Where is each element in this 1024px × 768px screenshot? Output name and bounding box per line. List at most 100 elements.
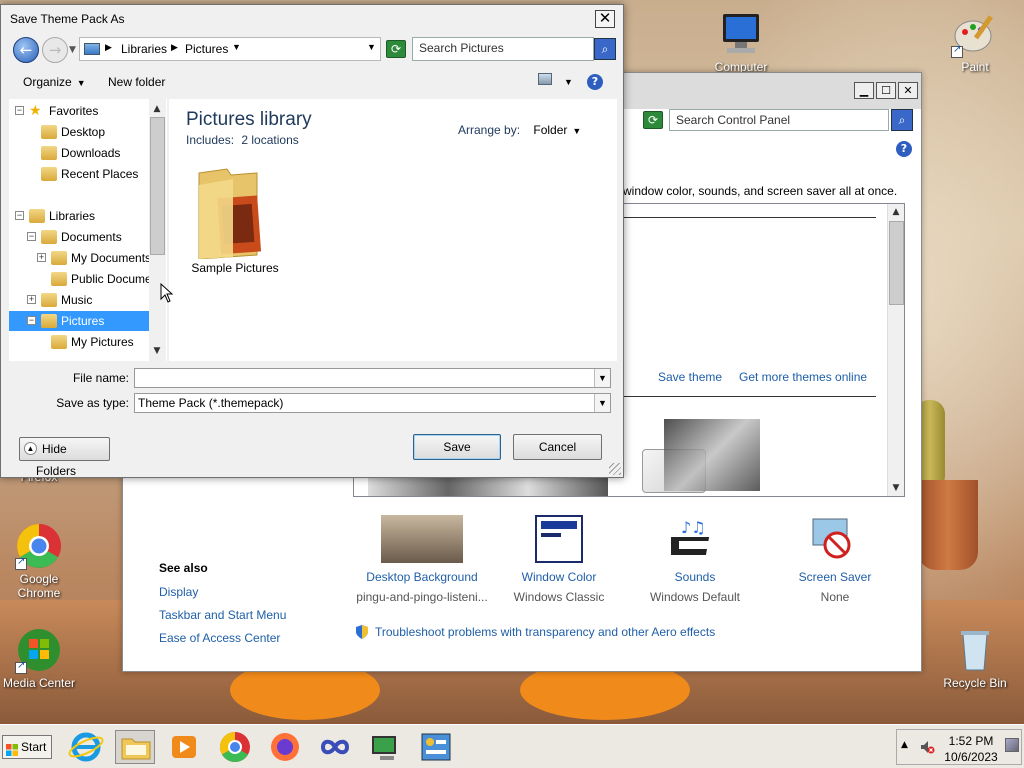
taskbar-explorer[interactable] <box>115 730 155 764</box>
dialog-titlebar[interactable]: Save Theme Pack As ✕ <box>1 5 623 31</box>
maximize-button[interactable]: ☐ <box>876 82 896 99</box>
show-desktop-icon[interactable] <box>1005 738 1019 752</box>
breadcrumb-separator-icon[interactable]: ▶ <box>105 42 112 53</box>
scroll-thumb[interactable] <box>150 117 165 255</box>
desktop-icon-label: Paint <box>961 60 989 74</box>
nav-item-public-documents[interactable]: Public Documents <box>9 269 149 289</box>
breadcrumb-separator-icon[interactable]: ▶ <box>171 42 178 53</box>
cp-help-icon[interactable]: ? <box>896 141 912 157</box>
hide-folders-button[interactable]: ▲ Hide Folders <box>19 437 110 478</box>
cp-search-icon[interactable]: ⌕ <box>891 109 913 131</box>
scroll-down-icon[interactable]: ▼ <box>149 343 165 359</box>
see-also-ease-link[interactable]: Ease of Access Center <box>159 631 280 645</box>
cancel-button[interactable]: Cancel <box>513 434 602 460</box>
scroll-thumb[interactable] <box>889 221 904 305</box>
dialog-search-icon[interactable]: ⌕ <box>594 38 616 60</box>
library-locations-link[interactable]: 2 locations <box>241 133 298 147</box>
back-button[interactable]: ← <box>13 37 39 63</box>
computer-icon <box>717 10 765 58</box>
nav-item-music[interactable]: + Music <box>9 290 149 310</box>
taskbar-ie[interactable] <box>66 730 106 764</box>
show-hidden-icons-chevron-icon[interactable]: ▲ <box>901 740 908 750</box>
recent-pages-chevron-icon[interactable]: ▼ <box>69 45 76 55</box>
nav-item-recent-places[interactable]: Recent Places <box>9 164 149 184</box>
forward-button[interactable]: → <box>42 37 68 63</box>
folder-icon <box>51 335 67 349</box>
sounds-link[interactable]: Sounds <box>635 570 755 584</box>
address-bar[interactable]: ▶ Libraries ▶ Pictures ▼ ▼ <box>79 37 381 61</box>
collapse-icon[interactable]: − <box>27 232 36 241</box>
taskbar-network-app[interactable] <box>366 730 406 764</box>
collapse-icon[interactable]: − <box>15 106 24 115</box>
refresh-button[interactable]: ⟳ <box>386 40 406 58</box>
nav-item-libraries[interactable]: − Libraries <box>9 206 149 226</box>
cp-search-input[interactable]: Search Control Panel <box>669 109 889 131</box>
dialog-search-input[interactable]: Search Pictures <box>412 37 594 61</box>
collapse-icon[interactable]: − <box>15 211 24 220</box>
cp-refresh-button[interactable]: ⟳ <box>643 111 663 129</box>
save-type-select[interactable]: Theme Pack (*.themepack) ▼ <box>134 393 611 413</box>
breadcrumb-dropdown-icon[interactable]: ▼ <box>232 42 241 52</box>
taskbar-chrome[interactable] <box>215 730 255 764</box>
breadcrumb-libraries[interactable]: Libraries <box>121 42 167 56</box>
clock[interactable]: 1:52 PM 10/6/2023 <box>943 733 999 765</box>
theme-scrollbar[interactable]: ▲ ▼ <box>887 204 904 496</box>
save-type-dropdown-icon[interactable]: ▼ <box>594 394 610 412</box>
screen-saver-link[interactable]: Screen Saver <box>775 570 895 584</box>
sounds-icon[interactable]: ♪♫ <box>667 515 719 563</box>
save-theme-link[interactable]: Save theme <box>658 370 722 384</box>
desktop-background-thumbnail[interactable] <box>381 515 463 563</box>
nav-item-favorites[interactable]: − ★ Favorites <box>9 101 149 121</box>
nav-item-downloads[interactable]: Downloads <box>9 143 149 163</box>
scroll-up-icon[interactable]: ▲ <box>888 204 904 220</box>
nav-item-pictures[interactable]: − Pictures <box>9 311 149 331</box>
arrange-by-dropdown[interactable]: Folder ▼ <box>533 123 581 137</box>
desktop-icon-computer[interactable]: Computer <box>704 10 778 74</box>
nav-item-my-documents[interactable]: + My Documents <box>9 248 149 268</box>
troubleshoot-link[interactable]: Troubleshoot problems with transparency … <box>375 625 715 639</box>
navigation-pane[interactable]: − ★ Favorites Desktop Downloads Recent Places… <box>9 99 167 361</box>
scroll-down-icon[interactable]: ▼ <box>888 480 904 496</box>
address-history-dropdown-icon[interactable]: ▼ <box>367 42 376 52</box>
nav-item-desktop[interactable]: Desktop <box>9 122 149 142</box>
change-view-icon[interactable] <box>538 73 552 85</box>
breadcrumb-pictures[interactable]: Pictures <box>185 42 228 56</box>
nav-scrollbar[interactable]: ▲ ▼ <box>149 99 166 361</box>
dialog-close-button[interactable]: ✕ <box>595 10 615 28</box>
see-also-taskbar-link[interactable]: Taskbar and Start Menu <box>159 608 286 622</box>
desktop-icon-chrome[interactable]: Google Chrome <box>2 522 76 600</box>
save-button[interactable]: Save <box>413 434 501 460</box>
taskbar-firefox[interactable] <box>265 730 305 764</box>
window-color-icon[interactable] <box>535 515 583 563</box>
folder-item[interactable]: Sample Pictures <box>189 159 281 279</box>
nav-item-my-pictures[interactable]: My Pictures <box>9 332 149 352</box>
nav-item-documents[interactable]: − Documents <box>9 227 149 247</box>
desktop-background-link[interactable]: Desktop Background <box>366 570 478 584</box>
collapse-icon[interactable]: − <box>27 316 36 325</box>
file-name-dropdown-icon[interactable]: ▼ <box>594 369 610 387</box>
view-options-chevron-icon[interactable]: ▼ <box>564 77 573 87</box>
desktop-icon-media-center[interactable]: Media Center <box>2 626 76 690</box>
window-color-link[interactable]: Window Color <box>499 570 619 584</box>
dialog-help-icon[interactable]: ? <box>587 74 603 90</box>
scroll-up-icon[interactable]: ▲ <box>149 101 165 117</box>
content-pane[interactable]: Pictures library Includes: 2 locations A… <box>169 99 617 361</box>
taskbar-control-panel[interactable] <box>416 730 456 764</box>
resize-grip[interactable] <box>609 463 621 475</box>
taskbar-infinity-app[interactable] <box>315 730 355 764</box>
taskbar-media-player[interactable] <box>164 730 204 764</box>
close-button[interactable]: ✕ <box>898 82 918 99</box>
see-also-display-link[interactable]: Display <box>159 585 198 599</box>
new-folder-button[interactable]: New folder <box>108 75 165 89</box>
organize-button[interactable]: Organize ▼ <box>23 75 86 89</box>
expand-icon[interactable]: + <box>27 295 36 304</box>
file-name-input[interactable]: ▼ <box>134 368 611 388</box>
get-more-themes-link[interactable]: Get more themes online <box>739 370 867 384</box>
desktop-icon-paint[interactable]: Paint <box>938 10 1012 74</box>
desktop-icon-recycle-bin[interactable]: Recycle Bin <box>938 626 1012 690</box>
expand-icon[interactable]: + <box>37 253 46 262</box>
screen-saver-icon[interactable] <box>811 515 859 563</box>
minimize-button[interactable]: ▁ <box>854 82 874 99</box>
start-button[interactable]: Start <box>2 735 52 759</box>
volume-muted-icon[interactable] <box>919 739 935 755</box>
